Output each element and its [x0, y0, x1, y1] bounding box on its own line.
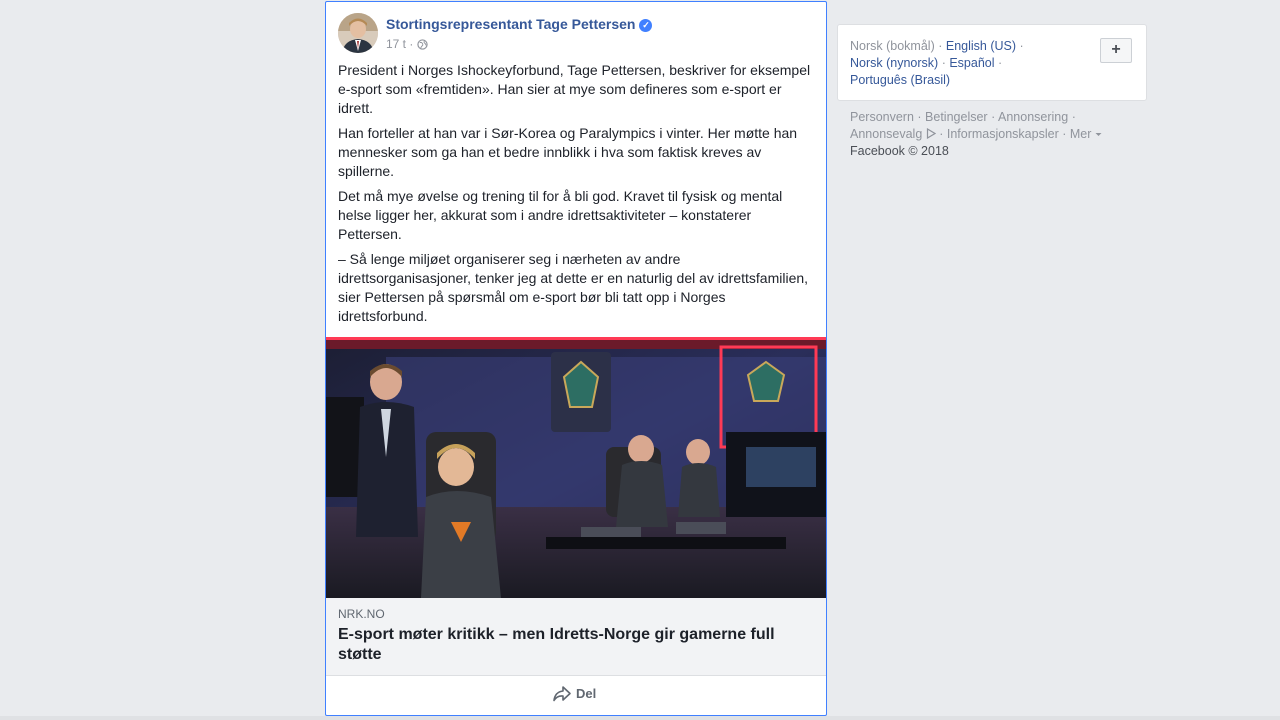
meta-separator: · — [409, 37, 414, 51]
post-paragraph: President i Norges Ishockeyforbund, Tage… — [338, 62, 811, 116]
verified-check-icon: ✓ — [639, 19, 653, 32]
footer-link-more[interactable]: Mer — [1070, 127, 1102, 141]
author-avatar[interactable] — [338, 13, 378, 53]
post-text: President i Norges Ishockeyforbund, Tage… — [338, 61, 814, 332]
language-selector-box: Norsk (bokmål) · English (US) · Norsk (n… — [837, 24, 1147, 101]
share-arrow-icon — [553, 686, 571, 702]
language-list: Norsk (bokmål) · English (US) · Norsk (n… — [850, 39, 1024, 87]
author-name-link[interactable]: Stortingsrepresentant Tage Pettersen — [386, 16, 635, 32]
bottom-edge — [0, 716, 1280, 720]
post-header: Stortingsrepresentant Tage Pettersen ✓ 17… — [338, 13, 814, 55]
link-preview[interactable]: NRK.NO E-sport møter kritikk – men Idret… — [326, 598, 826, 676]
link-preview-image[interactable] — [326, 337, 826, 598]
copyright-text: Facebook © 2018 — [850, 144, 949, 158]
footer-links: Personvern · Betingelser · Annonsering ·… — [850, 109, 1140, 160]
adchoices-label: Annonsevalg — [850, 127, 923, 141]
caret-down-icon — [1095, 133, 1102, 136]
footer-link-terms[interactable]: Betingelser — [925, 110, 988, 124]
feed-post: Stortingsrepresentant Tage Pettersen ✓ 17… — [325, 1, 827, 716]
language-link[interactable]: Norsk (nynorsk) — [850, 56, 938, 70]
language-current: Norsk (bokmål) — [850, 39, 935, 53]
post-meta: 17 t · — [386, 37, 428, 51]
more-label: Mer — [1069, 127, 1092, 141]
post-paragraph: – Så lenge miljøet organiserer seg i nær… — [338, 251, 809, 324]
author-name-row: Stortingsrepresentant Tage Pettersen ✓ — [386, 16, 653, 32]
globe-icon[interactable] — [417, 39, 428, 50]
adchoices-icon — [926, 128, 936, 139]
language-link[interactable]: English (US) — [946, 39, 1016, 53]
footer-link-adchoices[interactable]: Annonsevalg — [850, 127, 936, 141]
post-paragraph: Det må mye øvelse og trening til for å b… — [338, 188, 783, 242]
link-domain: NRK.NO — [338, 607, 385, 621]
footer-link-advertising[interactable]: Annonsering — [998, 110, 1068, 124]
footer-link-privacy[interactable]: Personvern — [850, 110, 914, 124]
footer-link-cookies[interactable]: Informasjonskapsler — [947, 127, 1059, 141]
link-title[interactable]: E-sport møter kritikk – men Idretts-Norg… — [338, 625, 808, 665]
share-label: Del — [576, 686, 597, 701]
language-link[interactable]: Português (Brasil) — [850, 73, 950, 87]
share-button[interactable]: Del — [552, 685, 596, 707]
post-timestamp[interactable]: 17 t — [386, 37, 406, 51]
language-link[interactable]: Español — [949, 56, 994, 70]
post-action-bar: Del — [326, 676, 826, 715]
post-paragraph: Han forteller at han var i Sør-Korea og … — [338, 125, 798, 179]
add-language-button[interactable]: + — [1100, 38, 1132, 63]
